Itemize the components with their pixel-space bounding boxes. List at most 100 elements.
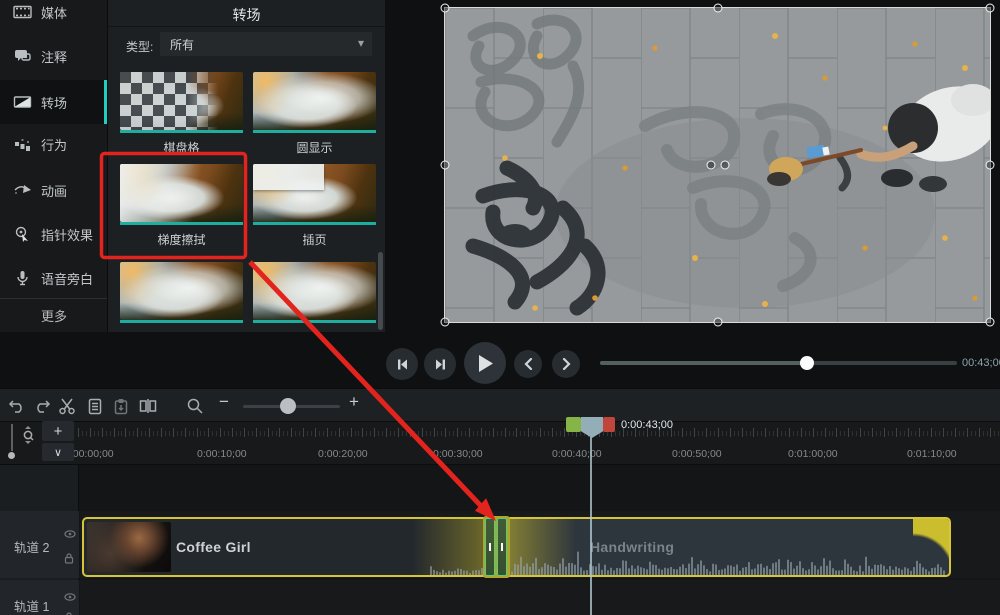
previous-clip-button[interactable] [514,350,542,378]
next-clip-button[interactable] [552,350,580,378]
track-zoom-icon [17,424,39,446]
transition-thumbnail[interactable] [253,164,376,222]
type-label: 类型: [126,40,154,54]
thumbnail-underline [120,320,243,323]
wet-sheen [555,118,935,308]
chevron-down-icon: ▾ [357,36,364,50]
zoom-in-icon[interactable]: + [349,392,359,412]
video-editor-window: 媒体 注释 转场 行为 动画 指针效果 语音旁白 更多 转场 类型: 所有 ▾ … [0,0,1000,615]
track-height-slider-thumb[interactable] [8,452,15,459]
redo-button[interactable] [31,395,53,417]
ruler-label: 0:01:00;00 [788,448,838,460]
scrub-bar-knob[interactable] [800,356,814,370]
transition-item-checkerboard[interactable]: 棋盘格 [120,72,243,156]
ruler-label: 0:01:10;00 [907,448,957,460]
playhead-in-handle[interactable] [566,417,581,432]
collapse-tracks-button[interactable]: ∨ [42,443,74,461]
transition-item-circle-reveal[interactable]: 圆显示 [253,72,376,156]
panel-scrollbar[interactable] [378,252,383,330]
sidebar-item-voice-narration[interactable]: 语音旁白 [0,256,107,300]
sidebar-item-label: 行为 [41,137,68,153]
transition-item-6[interactable] [253,262,376,329]
panel-title: 转场 [232,7,261,23]
previous-frame-button[interactable] [386,348,418,380]
zoom-search-icon[interactable] [184,395,206,417]
transition-half-left[interactable] [485,518,495,576]
undo-button[interactable] [6,395,28,417]
zoom-out-icon[interactable]: − [219,392,229,412]
transition-thumbnail[interactable] [120,262,243,320]
transition-thumbnail[interactable] [253,72,376,130]
scrub-bar-progress [600,361,807,365]
sidebar-more-label: 更多 [40,309,67,324]
microphone-icon [13,270,32,286]
add-track-button[interactable]: + [42,421,74,441]
transition-item-gradient-wipe[interactable]: 梯度擦拭 [120,164,243,248]
paste-icon[interactable] [110,395,132,417]
sidebar-item-label: 媒体 [41,5,68,21]
video-frame[interactable] [445,8,990,322]
sidebar-item-annotations[interactable]: 注释 [0,34,107,78]
clip-label: Handwriting [590,539,675,555]
sidebar-item-label: 语音旁白 [41,271,94,287]
sidebar-item-label: 指针效果 [41,227,94,243]
transition-thumbnail[interactable] [120,164,243,222]
tools-sidebar: 媒体 注释 转场 行为 动画 指针效果 语音旁白 更多 [0,0,108,332]
lock-icon[interactable] [64,610,74,615]
sidebar-item-cursor-effects[interactable]: 指针效果 [0,212,107,256]
clip-handwriting[interactable]: Handwriting [496,517,951,577]
split-icon[interactable] [137,395,159,417]
canvas-preview [385,0,1000,388]
copy-icon[interactable] [84,395,106,417]
sidebar-item-label: 注释 [41,49,68,65]
applied-transition-marker[interactable] [483,516,510,578]
film-icon [13,4,32,20]
thumbnail-underline [120,130,243,133]
sidebar-item-media[interactable]: 媒体 [0,0,107,34]
sidebar-item-label: 动画 [41,183,68,199]
track-name: 轨道 1 [14,600,50,614]
next-frame-button[interactable] [424,348,456,380]
sidebar-more-button[interactable]: 更多 [0,298,107,332]
lock-icon[interactable] [64,551,74,569]
water-calligraphy-scene [445,8,990,322]
timeline-zoom-slider-thumb[interactable] [280,398,296,414]
sidebar-item-label: 转场 [41,95,68,111]
timeline-toolbar: − + [0,388,1000,422]
transition-thumbnail[interactable] [120,72,243,130]
type-select[interactable]: 所有 ▾ [160,32,372,56]
transition-item-insert-page[interactable]: 插页 [253,164,376,248]
transition-label: 梯度擦拭 [157,233,206,247]
thumbnail-underline [120,222,243,225]
ruler-label: 0:00:20;00 [318,448,368,460]
track-1-lane[interactable] [80,580,1000,615]
sidebar-item-behaviors[interactable]: 行为 [0,122,107,166]
playhead-out-handle[interactable] [603,417,615,432]
track-2-header[interactable]: 轨道 2 [0,511,79,578]
transition-icon [13,94,32,110]
transition-label: 棋盘格 [163,141,200,155]
playback-time: 00:43;00 [962,357,1000,369]
thumbnail-underline [253,320,376,323]
cursor-effects-icon [13,226,32,242]
track-height-slider[interactable] [11,424,13,451]
playhead-time-label: 0:00:43;00 [621,419,673,431]
eye-icon[interactable] [64,588,76,606]
timeline-ruler[interactable]: 0:00:00;00 0:00:10;00 0:00:20;00 0:00:30… [0,422,1000,465]
transition-label: 圆显示 [296,141,333,155]
animation-icon [13,182,32,198]
transition-half-right[interactable] [497,518,507,576]
sidebar-item-transitions[interactable]: 转场 [0,80,107,124]
clip-coffee-girl[interactable]: Coffee Girl [82,517,496,577]
transition-thumbnail[interactable] [253,262,376,320]
ruler-label: 0:00:40;00 [552,448,602,460]
sidebar-item-animations[interactable]: 动画 [0,168,107,212]
cut-icon[interactable] [56,395,78,417]
transition-item-5[interactable] [120,262,243,329]
ruler-label: 0:00:50;00 [672,448,722,460]
play-button[interactable] [464,342,506,384]
panel-separator [108,26,385,27]
playhead-line [590,437,592,615]
track-1-header[interactable]: 轨道 1 [0,580,79,615]
eye-icon[interactable] [64,525,76,543]
